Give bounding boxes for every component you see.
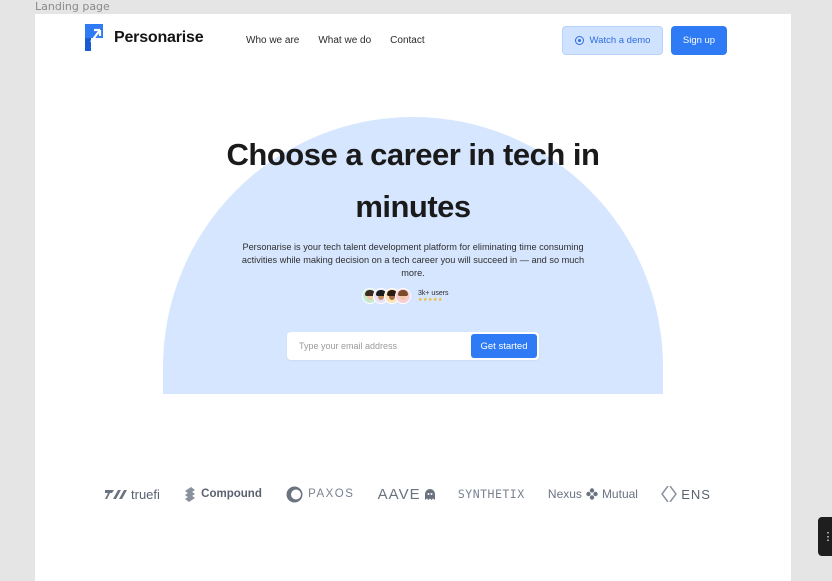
hero-title-line-1: Choose a career in tech in: [226, 137, 600, 172]
users-meta: 3k+ users ★★★★★: [418, 290, 449, 303]
watch-demo-button[interactable]: Watch a demo: [562, 26, 663, 55]
partner-compound: Compound: [183, 486, 262, 502]
panel-toggle-icon[interactable]: ⋮: [818, 517, 832, 556]
partner-truefi: truefi: [105, 487, 160, 502]
brand-logo[interactable]: Personarise: [85, 24, 204, 51]
partner-nexus-mutual: Nexus Mutual: [548, 487, 638, 501]
truefi-wordmark: truefi: [131, 486, 160, 502]
partner-ens: ENS: [661, 486, 711, 502]
social-proof: 3k+ users ★★★★★: [362, 288, 449, 304]
brand-name: Personarise: [114, 28, 204, 46]
paxos-logo-icon: [286, 486, 303, 502]
email-signup-form: Get started: [287, 332, 539, 360]
watch-demo-label: Watch a demo: [589, 35, 651, 46]
partner-logos: truefi Compound PAXOS AAVE SYNTHETIX Nex…: [105, 484, 711, 504]
nexus-mutual-icon: [586, 488, 598, 500]
paxos-wordmark: PAXOS: [308, 488, 355, 500]
rating-stars: ★★★★★: [418, 296, 443, 303]
truefi-logo-icon: [105, 490, 127, 499]
users-count: 3k+ users: [418, 289, 449, 297]
compound-logo-icon: [185, 486, 196, 502]
mutual-wordmark: Mutual: [601, 487, 638, 501]
hero-title: Choose a career in tech in minutes: [35, 129, 791, 233]
partner-aave: AAVE: [378, 486, 435, 503]
synthetix-wordmark: SYNTHETIX: [457, 487, 525, 501]
main-nav: Who we are What we do Contact: [246, 35, 444, 46]
aave-wordmark: AAVE: [377, 485, 421, 503]
nexus-wordmark: Nexus: [547, 487, 582, 501]
compound-wordmark: Compound: [201, 488, 262, 500]
ens-wordmark: ENS: [681, 486, 711, 502]
nav-what-we-do[interactable]: What we do: [318, 35, 371, 46]
get-started-button[interactable]: Get started: [471, 334, 537, 358]
aave-ghost-icon: [424, 488, 435, 500]
nav-who-we-are[interactable]: Who we are: [246, 35, 299, 46]
sign-up-button[interactable]: Sign up: [671, 26, 727, 55]
avatar: [395, 288, 411, 304]
logo-mark-icon: [85, 24, 103, 51]
hero-subtitle: Personarise is your tech talent developm…: [241, 242, 585, 278]
hero-title-line-2: minutes: [355, 189, 471, 224]
frame-label: Landing page: [35, 0, 110, 13]
email-input[interactable]: [287, 341, 471, 351]
play-icon: [574, 36, 584, 45]
landing-page-frame: Personarise Who we are What we do Contac…: [35, 14, 791, 581]
partner-synthetix: SYNTHETIX: [458, 487, 525, 501]
partner-paxos: PAXOS: [285, 486, 354, 503]
ens-logo-icon: [661, 486, 678, 502]
nav-contact[interactable]: Contact: [390, 35, 424, 46]
